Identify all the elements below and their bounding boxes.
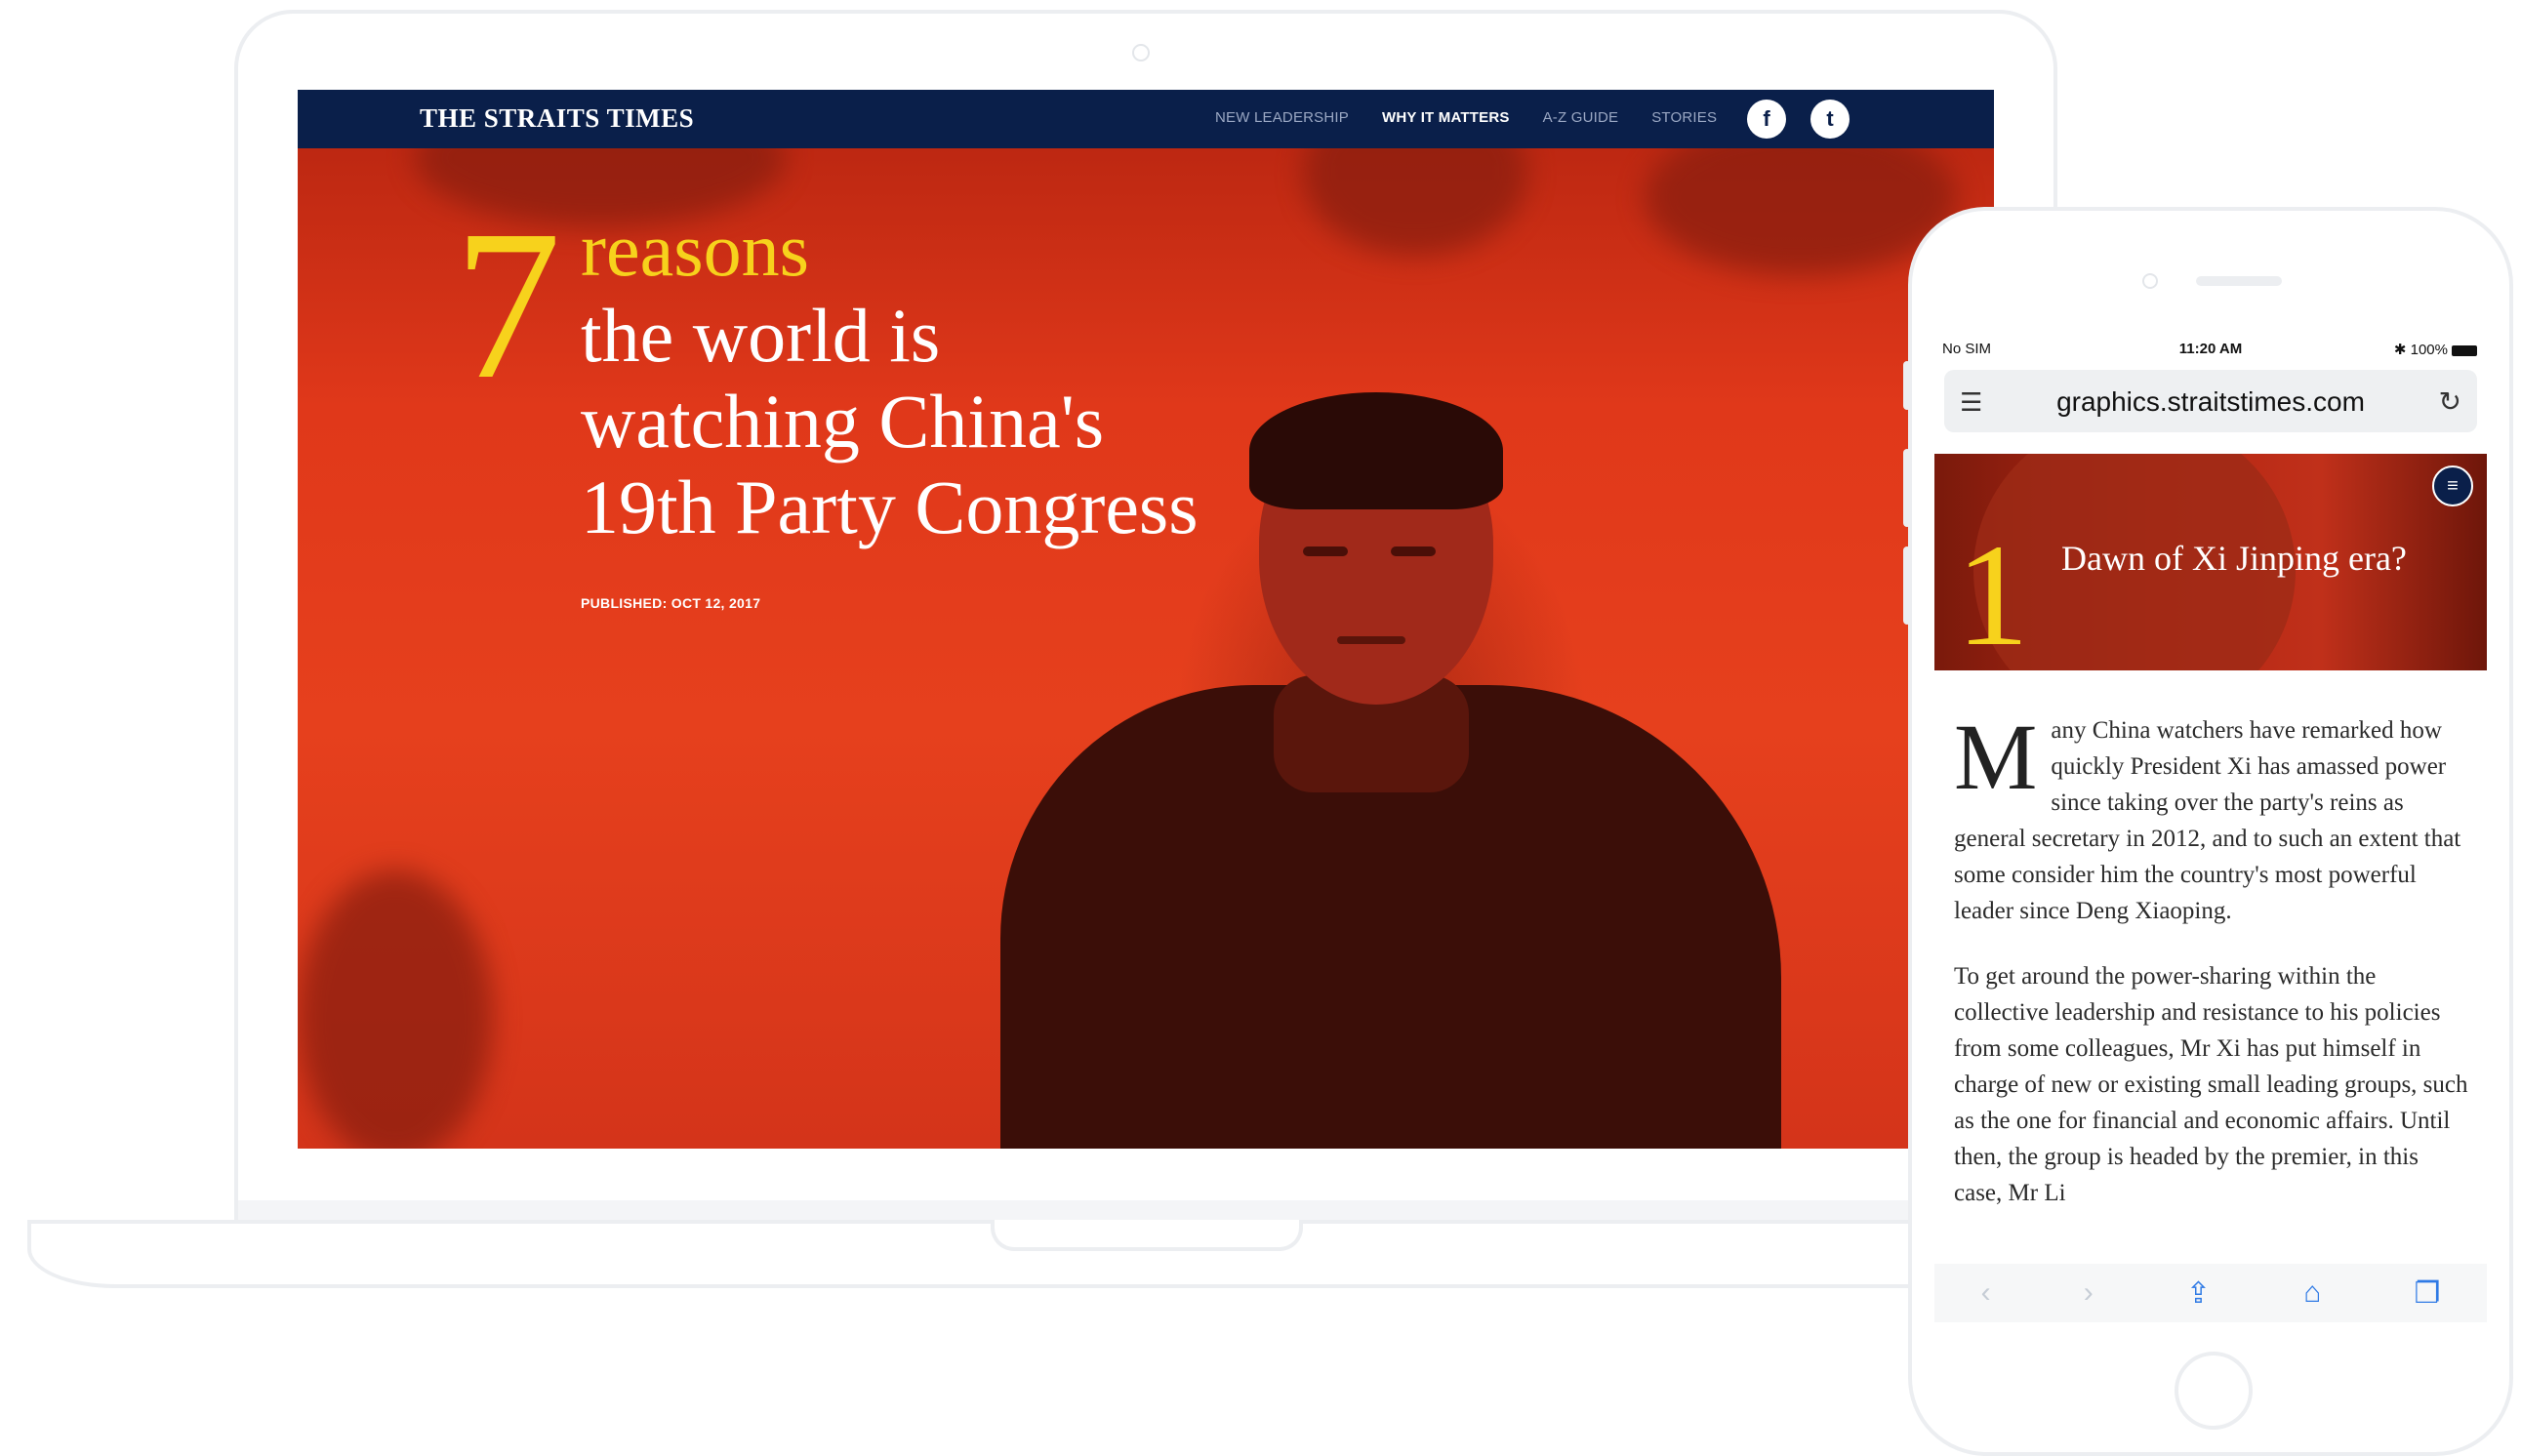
nav-why-it-matters[interactable]: WHY IT MATTERS — [1382, 109, 1510, 126]
battery-icon — [2452, 344, 2477, 356]
url-text[interactable]: graphics.straitstimes.com — [1944, 386, 2477, 418]
reason-title: Dawn of Xi Jinping era? — [2061, 539, 2407, 578]
browser-toolbar: ‹ › ⇪ ⌂ ❐ — [1934, 1264, 2487, 1322]
article-paragraph: Many China watchers have remarked how qu… — [1954, 705, 2471, 929]
phone-home-button[interactable] — [2175, 1352, 2253, 1430]
portrait-mouth — [1337, 636, 1405, 644]
article-paragraph: To get around the power-sharing within t… — [1954, 963, 2468, 1206]
site-menu: NEW LEADERSHIP WHY IT MATTERS A-Z GUIDE … — [1215, 109, 1750, 126]
headline-reasons: reasons — [581, 207, 809, 292]
laptop-camera — [1132, 44, 1150, 61]
forward-icon[interactable]: › — [2084, 1276, 2094, 1310]
reason-number: 1 — [1956, 514, 2029, 670]
bluetooth-icon: ✱ — [2393, 342, 2411, 358]
reason-count: 7 — [454, 185, 561, 424]
background-blur — [298, 870, 493, 1149]
facebook-icon[interactable]: f — [1747, 100, 1786, 139]
back-icon[interactable]: ‹ — [1981, 1276, 1991, 1310]
nav-az-guide[interactable]: A-Z GUIDE — [1543, 109, 1619, 126]
twitter-icon[interactable]: t — [1810, 100, 1850, 139]
headline-line: watching China's — [581, 379, 1105, 464]
address-bar[interactable]: ☰ graphics.straitstimes.com ↻ — [1944, 370, 2477, 432]
reload-icon[interactable]: ↻ — [2439, 385, 2461, 418]
headline-line: 19th Party Congress — [581, 465, 1199, 549]
drop-cap: M — [1954, 705, 2038, 809]
published-date: PUBLISHED: OCT 12, 2017 — [581, 595, 761, 611]
laptop-notch — [991, 1220, 1303, 1251]
laptop-screen: THE STRAITS TIMES NEW LEADERSHIP WHY IT … — [298, 90, 1994, 1149]
status-bar: No SIM 11:20 AM ✱ 100% — [1934, 337, 2487, 362]
article-body: Many China watchers have remarked how qu… — [1954, 705, 2471, 1240]
nav-stories[interactable]: STORIES — [1651, 109, 1717, 126]
share-icon[interactable]: ⇪ — [2186, 1276, 2211, 1311]
phone-camera — [2142, 273, 2158, 289]
phone-speaker — [2196, 276, 2282, 286]
bookmarks-icon[interactable]: ⌂ — [2303, 1276, 2321, 1310]
site-navbar: THE STRAITS TIMES NEW LEADERSHIP WHY IT … — [298, 90, 1994, 148]
article-hero: 1 Dawn of Xi Jinping era? ≡ — [1934, 454, 2487, 670]
battery-status: ✱ 100% — [2394, 341, 2477, 358]
laptop-hinge — [234, 1200, 2057, 1222]
page-title: reasons the world is watching China's 19… — [581, 207, 1459, 550]
menu-icon[interactable]: ≡ — [2432, 465, 2473, 506]
tabs-icon[interactable]: ❐ — [2414, 1276, 2440, 1311]
headline-line: the world is — [581, 293, 941, 378]
battery-percent: 100% — [2410, 342, 2448, 358]
phone-screen: No SIM 11:20 AM ✱ 100% ☰ graphics.strait… — [1934, 337, 2487, 1332]
nav-new-leadership[interactable]: NEW LEADERSHIP — [1215, 109, 1349, 126]
site-logo[interactable]: THE STRAITS TIMES — [420, 103, 694, 134]
